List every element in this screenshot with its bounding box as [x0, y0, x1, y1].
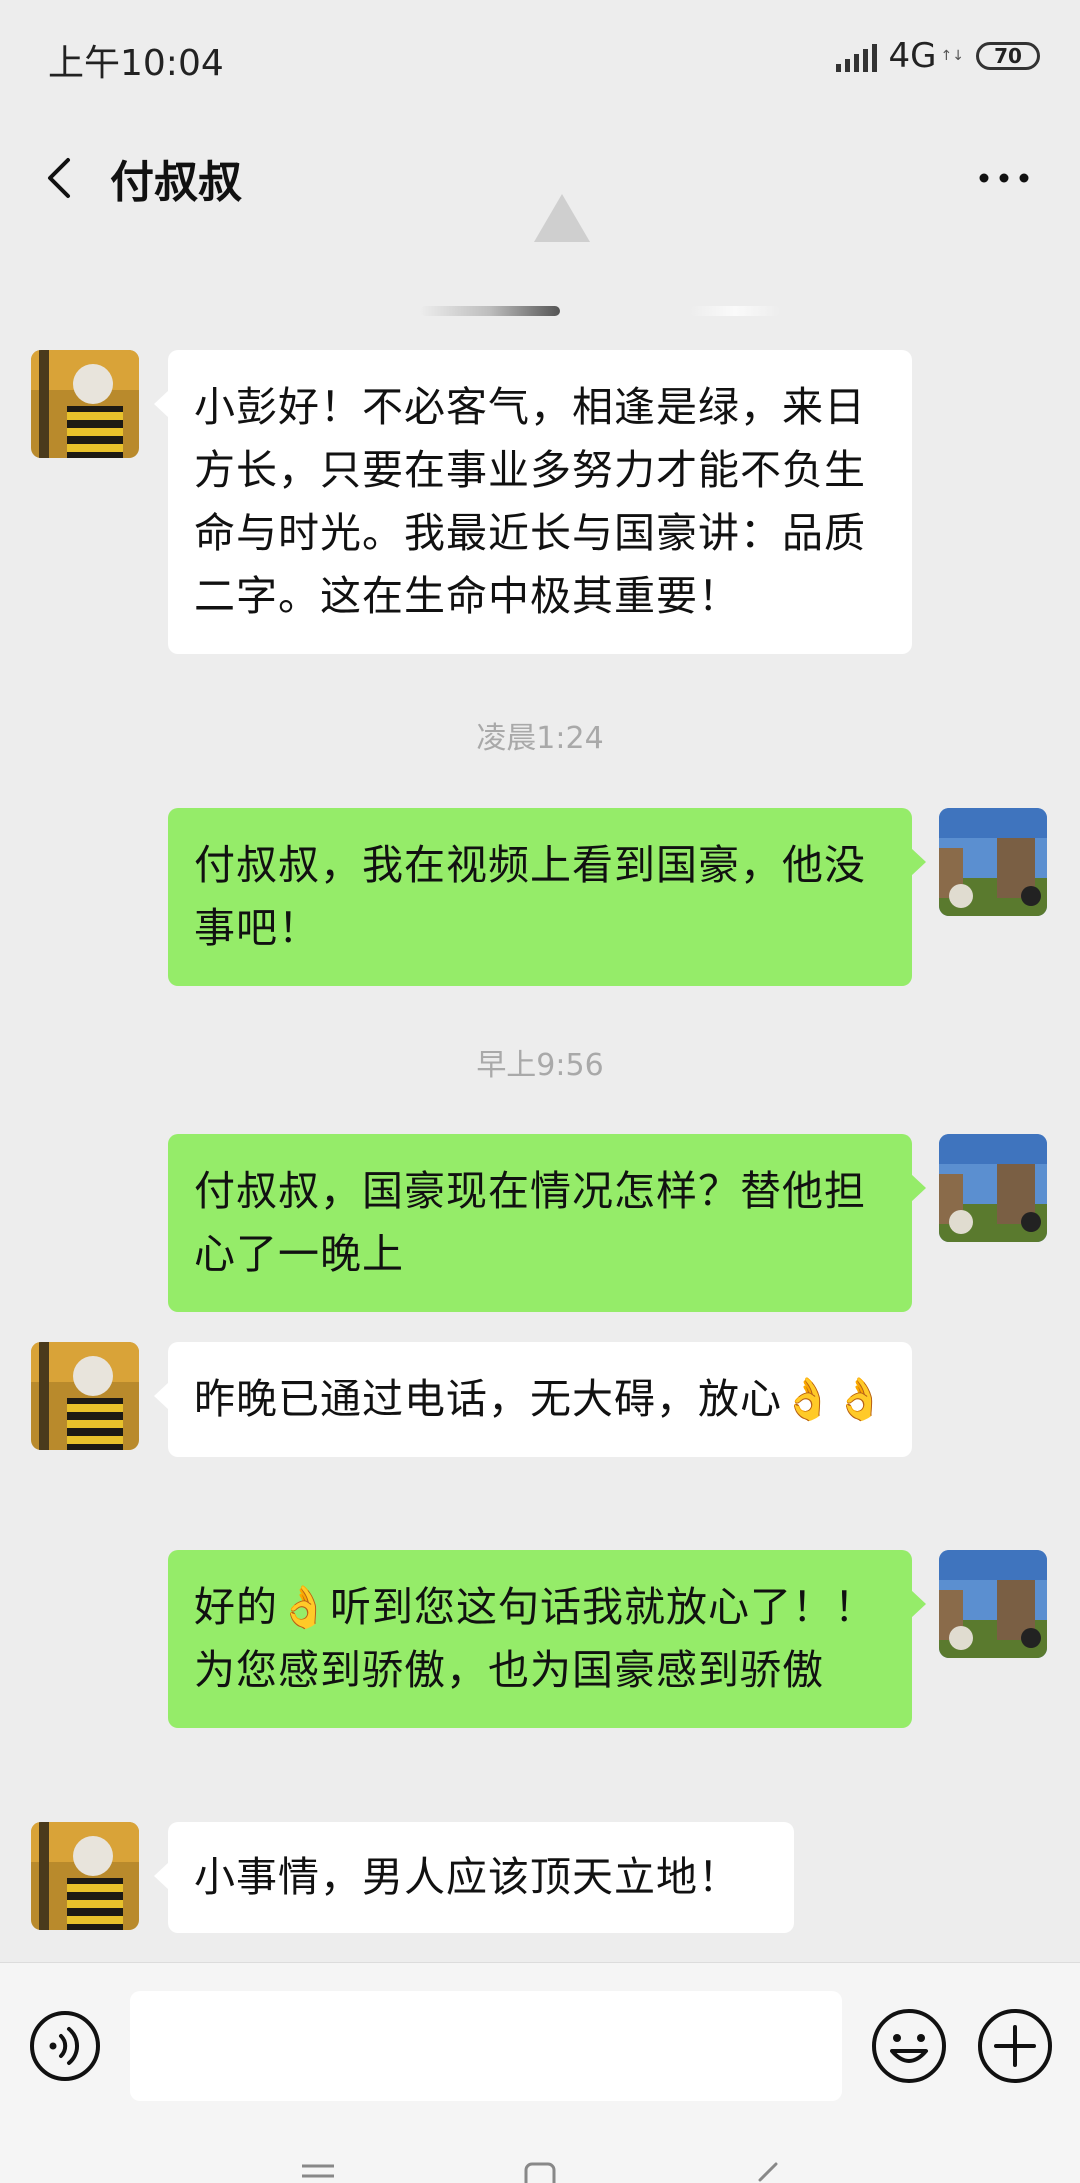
nav-home-icon[interactable] — [520, 2162, 560, 2183]
incoming-message-bubble[interactable]: 小彭好！不必客气，相逢是绿，来日方长，只要在事业多努力才能不负生命与时光。我最近… — [154, 350, 912, 654]
outgoing-message-bubble[interactable]: 好的👌听到您这句话我就放心了！！为您感到骄傲，也为国豪感到骄傲 — [168, 1550, 926, 1728]
plus-icon[interactable] — [976, 2007, 1054, 2085]
my-avatar[interactable] — [939, 1134, 1047, 1242]
contact-avatar[interactable] — [31, 350, 139, 458]
loading-bar — [420, 306, 560, 316]
status-indicators: 4G ↑↓ 70 — [835, 36, 1040, 76]
battery-level: 70 — [994, 44, 1022, 68]
status-time: 上午10:04 — [48, 43, 224, 84]
contact-avatar[interactable] — [31, 1342, 139, 1450]
emoji-icon[interactable] — [870, 2007, 948, 2085]
outgoing-message-bubble[interactable]: 付叔叔，我在视频上看到国豪，他没事吧！ — [168, 808, 926, 986]
chevron-left-icon[interactable] — [36, 152, 88, 204]
chat-input-bar — [0, 1962, 1080, 2133]
my-avatar[interactable] — [939, 1550, 1047, 1658]
message-input[interactable] — [130, 1991, 842, 2101]
contact-avatar[interactable] — [31, 1822, 139, 1930]
message-timestamp: 凌晨1:24 — [476, 721, 604, 756]
network-type: 4G — [888, 36, 937, 76]
my-avatar[interactable] — [939, 808, 1047, 916]
outgoing-message-bubble[interactable]: 付叔叔，国豪现在情况怎样？替他担心了一晚上 — [168, 1134, 926, 1312]
signal-icon — [835, 40, 877, 72]
message-timestamp: 早上9:56 — [476, 1048, 604, 1083]
loading-bar — [690, 306, 780, 316]
system-nav-bar — [0, 2132, 1080, 2183]
battery-icon: 70 — [976, 42, 1040, 70]
chat-title: 付叔叔 — [110, 157, 242, 208]
incoming-message-bubble[interactable]: 小事情，男人应该顶天立地！ — [154, 1822, 794, 1933]
data-arrows-icon: ↑↓ — [940, 48, 964, 64]
pull-to-load-icon — [534, 194, 590, 242]
nav-back-icon[interactable] — [748, 2162, 788, 2183]
status-bar: 上午10:04 4G ↑↓ 70 — [0, 0, 1080, 118]
nav-menu-icon[interactable] — [298, 2162, 338, 2183]
voice-icon[interactable] — [28, 2009, 102, 2083]
incoming-message-bubble[interactable]: 昨晚已通过电话，无大碍，放心👌👌 — [154, 1342, 912, 1457]
more-dots-icon[interactable] — [974, 152, 1034, 204]
